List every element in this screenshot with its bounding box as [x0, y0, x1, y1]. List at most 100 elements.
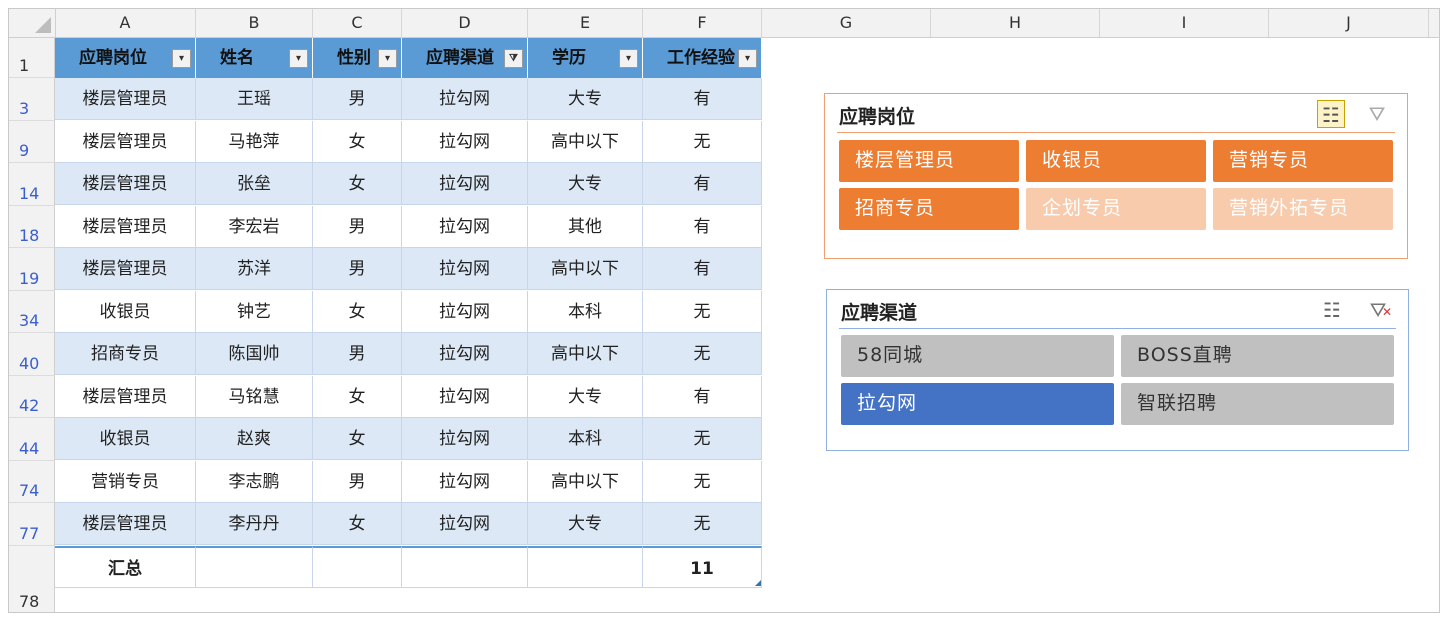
table-cell[interactable]: 李志鹏 [196, 460, 313, 503]
table-cell[interactable]: 高中以下 [528, 120, 643, 163]
table-cell[interactable]: 招商专员 [55, 333, 196, 375]
table-cell[interactable]: 拉勾网 [402, 333, 528, 375]
row-header[interactable]: 19 [9, 248, 55, 291]
table-cell[interactable]: 收银员 [55, 290, 196, 333]
table-cell[interactable]: 大专 [528, 78, 643, 120]
table-cell[interactable]: 拉勾网 [402, 375, 528, 418]
table-cell[interactable]: 有 [643, 248, 762, 290]
slicer_position-item[interactable]: 营销专员 [1213, 140, 1393, 182]
table-cell[interactable]: 拉勾网 [402, 248, 528, 290]
table-cell[interactable]: 女 [313, 418, 402, 460]
slicer_channel-item[interactable]: BOSS直聘 [1121, 335, 1394, 377]
table-cell[interactable]: 钟艺 [196, 290, 313, 333]
filter-dropdown-icon[interactable]: ▾ [289, 49, 308, 68]
table-cell[interactable] [528, 545, 643, 588]
column-header-b[interactable]: B [196, 9, 313, 37]
column-header-i[interactable]: I [1100, 9, 1269, 37]
row-header[interactable]: 18 [9, 205, 55, 248]
clear-filter-icon[interactable]: ⛛ [1363, 100, 1391, 128]
slicer_channel-item[interactable]: 拉勾网 [841, 383, 1114, 425]
row-header[interactable]: 1 [9, 38, 55, 78]
row-header[interactable]: 34 [9, 290, 55, 333]
table-cell[interactable]: 张垒 [196, 163, 313, 205]
slicer-position[interactable]: 应聘岗位 ☷ ⛛ 楼层管理员 收银员 营销专员 招商专员 企划专员 营销外拓专员 [824, 93, 1408, 259]
column-header-j[interactable]: J [1269, 9, 1429, 37]
table-cell[interactable]: 拉勾网 [402, 163, 528, 205]
table-cell[interactable]: 李丹丹 [196, 503, 313, 545]
table-cell[interactable]: 拉勾网 [402, 78, 528, 120]
filter-dropdown-icon[interactable]: ▾ [172, 49, 191, 68]
multi-select-icon[interactable]: ☷ [1317, 100, 1345, 128]
slicer_position-item[interactable]: 企划专员 [1026, 188, 1206, 230]
table-cell[interactable]: 女 [313, 163, 402, 205]
slicer_channel-item[interactable]: 智联招聘 [1121, 383, 1394, 425]
table-cell[interactable]: 无 [643, 460, 762, 503]
row-header[interactable]: 3 [9, 78, 55, 121]
table-cell[interactable]: 陈国帅 [196, 333, 313, 375]
slicer_position-item[interactable]: 楼层管理员 [839, 140, 1019, 182]
table-cell[interactable]: 男 [313, 205, 402, 248]
column-header-e[interactable]: E [528, 9, 643, 37]
table-cell[interactable]: 高中以下 [528, 333, 643, 375]
table-cell[interactable]: 女 [313, 290, 402, 333]
slicer_position-item[interactable]: 营销外拓专员 [1213, 188, 1393, 230]
table-cell[interactable]: 拉勾网 [402, 503, 528, 545]
table-cell[interactable]: 拉勾网 [402, 290, 528, 333]
table-cell[interactable]: 楼层管理员 [55, 248, 196, 290]
table-cell[interactable]: 男 [313, 333, 402, 375]
table-cell[interactable]: 无 [643, 418, 762, 460]
table-cell[interactable]: 苏洋 [196, 248, 313, 290]
table-cell[interactable]: 无 [643, 290, 762, 333]
table-cell[interactable]: 拉勾网 [402, 120, 528, 163]
table-cell[interactable]: 高中以下 [528, 460, 643, 503]
row-header[interactable]: 44 [9, 418, 55, 461]
multi-select-icon[interactable]: ☷ [1318, 296, 1346, 324]
table-cell[interactable]: 赵爽 [196, 418, 313, 460]
slicer_channel-item[interactable]: 58同城 [841, 335, 1114, 377]
table-header-cell[interactable]: 姓名 ▾ [196, 38, 313, 78]
table-cell[interactable]: 其他 [528, 205, 643, 248]
table-cell[interactable]: 楼层管理员 [55, 375, 196, 418]
table-cell[interactable]: 楼层管理员 [55, 120, 196, 163]
table-cell[interactable]: 王瑶 [196, 78, 313, 120]
column-header-h[interactable]: H [931, 9, 1100, 37]
slicer-channel[interactable]: 应聘渠道 ☷ ⛛ ✕ 58同城 BOSS直聘 拉勾网 智联招聘 [826, 289, 1409, 451]
table-header-cell[interactable]: 性别 ▾ [313, 38, 402, 78]
table-cell[interactable]: 有 [643, 205, 762, 248]
row-header[interactable]: 77 [9, 503, 55, 546]
slicer_position-item[interactable]: 招商专员 [839, 188, 1019, 230]
table-cell[interactable]: 无 [643, 503, 762, 545]
table-cell[interactable]: 拉勾网 [402, 418, 528, 460]
table-cell[interactable]: 楼层管理员 [55, 205, 196, 248]
table-cell[interactable]: 收银员 [55, 418, 196, 460]
table-cell[interactable]: 大专 [528, 503, 643, 545]
table-cell[interactable]: 楼层管理员 [55, 503, 196, 545]
column-header-d[interactable]: D [402, 9, 528, 37]
column-header-a[interactable]: A [55, 9, 196, 37]
table-cell[interactable]: 楼层管理员 [55, 78, 196, 120]
table-cell[interactable] [196, 545, 313, 588]
total-value[interactable]: 11 [643, 545, 762, 588]
table-cell[interactable]: 大专 [528, 375, 643, 418]
table-cell[interactable]: 男 [313, 460, 402, 503]
table-cell[interactable]: 马铭慧 [196, 375, 313, 418]
column-header-c[interactable]: C [313, 9, 402, 37]
row-header[interactable]: 40 [9, 333, 55, 376]
table-cell[interactable]: 大专 [528, 163, 643, 205]
table-resize-handle[interactable] [755, 579, 761, 586]
column-header-g[interactable]: G [762, 9, 931, 37]
table-cell[interactable]: 本科 [528, 418, 643, 460]
table-cell[interactable]: 有 [643, 163, 762, 205]
row-header[interactable]: 42 [9, 375, 55, 418]
table-cell[interactable]: 拉勾网 [402, 460, 528, 503]
table-cell[interactable]: 无 [643, 120, 762, 163]
table-cell[interactable]: 高中以下 [528, 248, 643, 290]
row-header[interactable]: 74 [9, 460, 55, 503]
filter-dropdown-icon[interactable]: ▾ [619, 49, 638, 68]
row-header[interactable]: 14 [9, 163, 55, 206]
table-header-cell[interactable]: 应聘岗位 ▾ [55, 38, 196, 78]
table-cell[interactable]: 拉勾网 [402, 205, 528, 248]
table-cell[interactable]: 李宏岩 [196, 205, 313, 248]
row-header[interactable]: 9 [9, 120, 55, 163]
table-cell[interactable]: 马艳萍 [196, 120, 313, 163]
